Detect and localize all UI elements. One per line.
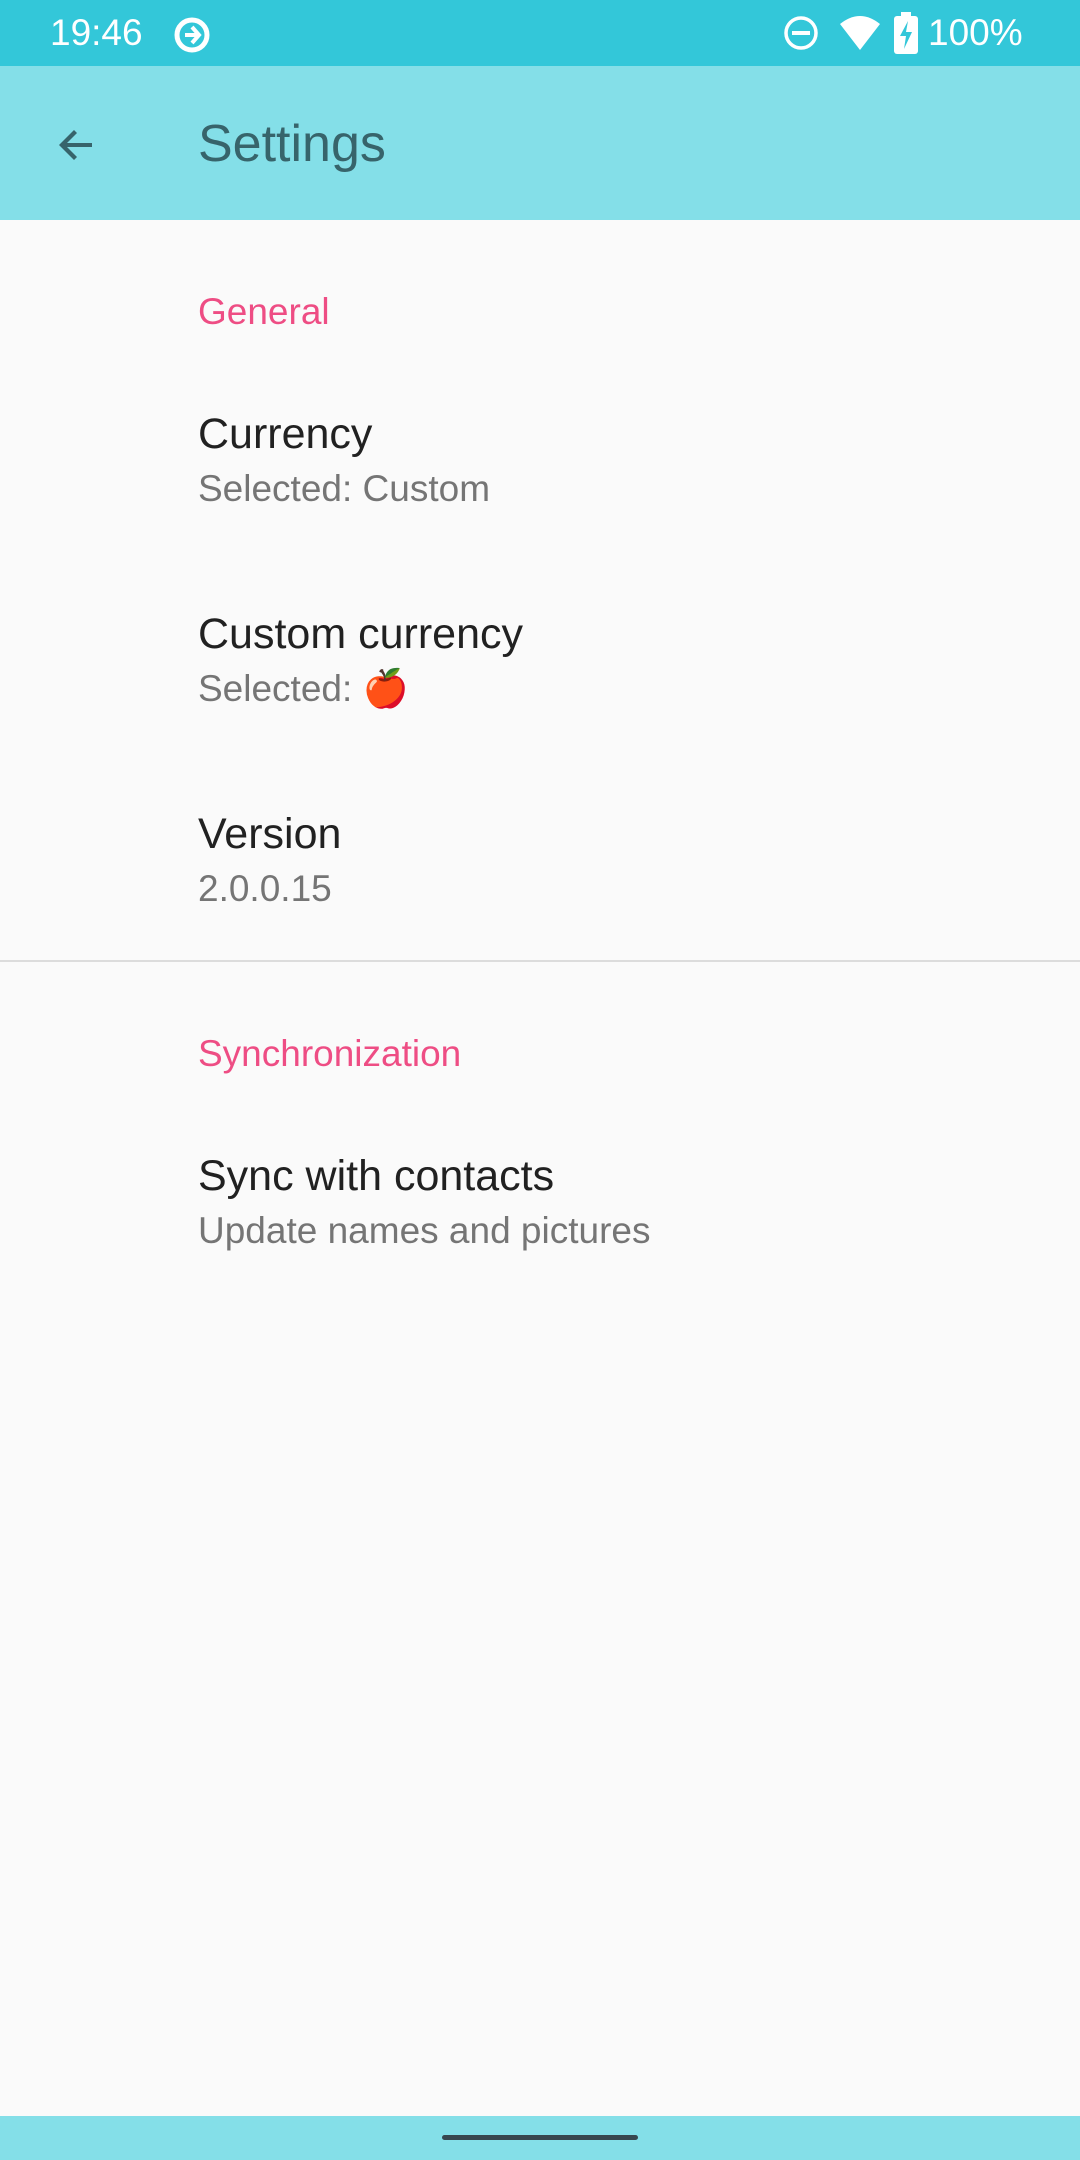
pref-title: Sync with contacts: [198, 1152, 555, 1200]
pref-title: Version: [198, 810, 342, 858]
back-button[interactable]: [40, 109, 112, 181]
arrow-back-icon: [59, 130, 92, 160]
wifi-icon: [838, 14, 882, 52]
section-title-general: General: [198, 291, 330, 332]
pref-title: Custom currency: [198, 610, 523, 658]
app-bar: Settings: [0, 66, 1080, 220]
pref-title: Currency: [198, 410, 373, 458]
navigation-bar: [0, 2116, 1080, 2160]
section-divider: [0, 960, 1080, 962]
pref-version[interactable]: Version 2.0.0.15: [0, 808, 1080, 1008]
pref-sync-with-contacts[interactable]: Sync with contacts Update names and pict…: [0, 1150, 1080, 1350]
status-bar: 19:46 100%: [0, 0, 1080, 66]
pref-summary: Selected: 🍎: [198, 668, 409, 709]
section-title-synchronization: Synchronization: [198, 1033, 462, 1074]
pref-summary: 2.0.0.15: [198, 868, 332, 909]
pref-custom-currency[interactable]: Custom currency Selected: 🍎: [0, 608, 1080, 808]
app-notification-icon: [172, 15, 212, 55]
battery-percentage: 100%: [928, 12, 1023, 53]
battery-charging-icon: [894, 12, 918, 54]
do-not-disturb-icon: [782, 14, 820, 52]
pref-summary: Update names and pictures: [198, 1210, 651, 1251]
pref-summary: Selected: Custom: [198, 468, 491, 509]
home-gesture-handle[interactable]: [442, 2135, 638, 2140]
status-time: 19:46: [50, 12, 143, 53]
page-title: Settings: [198, 115, 386, 173]
pref-currency[interactable]: Currency Selected: Custom: [0, 408, 1080, 608]
